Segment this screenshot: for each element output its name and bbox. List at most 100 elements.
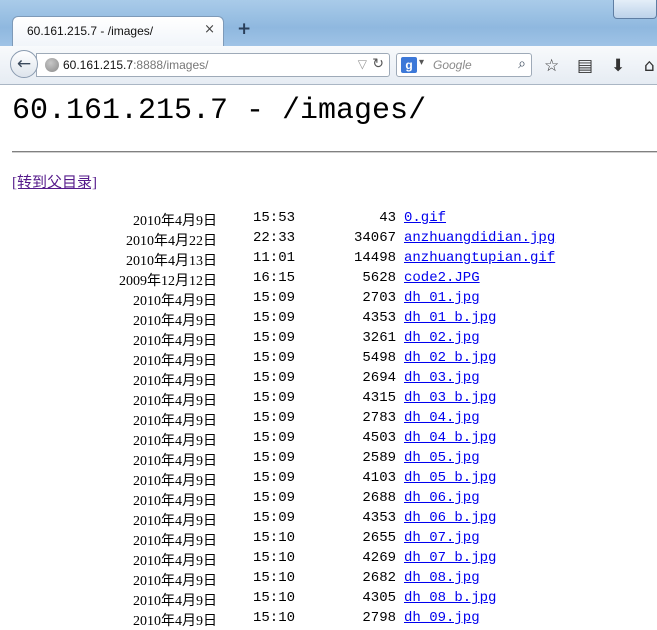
- file-size: 2688: [362, 490, 396, 506]
- file-link[interactable]: code2.JPG: [404, 270, 480, 286]
- file-size: 4353: [362, 510, 396, 526]
- file-size: 2682: [362, 570, 396, 586]
- file-link[interactable]: anzhuangdidian.jpg: [404, 230, 555, 246]
- file-link[interactable]: dh_05.jpg: [404, 450, 480, 466]
- file-time: 15:09: [253, 290, 296, 306]
- search-input[interactable]: Google: [433, 58, 472, 72]
- file-link[interactable]: anzhuangtupian.gif: [404, 250, 555, 266]
- file-link[interactable]: dh_01.jpg: [404, 290, 480, 306]
- url-path: :8888/images/: [133, 58, 209, 72]
- file-link[interactable]: dh_08.jpg: [404, 570, 480, 586]
- file-size: 2655: [362, 530, 396, 546]
- file-time: 15:10: [253, 610, 296, 626]
- file-time: 15:09: [253, 510, 296, 526]
- file-link[interactable]: dh_02_b.jpg: [404, 350, 496, 366]
- file-link[interactable]: dh_09.jpg: [404, 610, 480, 626]
- google-icon[interactable]: g: [401, 57, 417, 73]
- page-title: 60.161.215.7 - /images/: [12, 94, 427, 128]
- file-size: 43: [379, 210, 396, 226]
- file-date: 2010年4月9日: [133, 374, 217, 389]
- file-link[interactable]: dh_06_b.jpg: [404, 510, 496, 526]
- file-size: 4315: [362, 390, 396, 406]
- file-link[interactable]: dh_05_b.jpg: [404, 470, 496, 486]
- file-time: 15:10: [253, 570, 296, 586]
- navigation-toolbar: 60.161.215.7:8888/images/ ▽ ↻ ← g ▾ Goog…: [0, 46, 657, 85]
- file-link[interactable]: dh_07_b.jpg: [404, 550, 496, 566]
- file-time: 15:10: [253, 550, 296, 566]
- new-tab-button[interactable]: +: [237, 19, 251, 39]
- file-date: 2010年4月22日: [126, 234, 217, 249]
- file-size: 2694: [362, 370, 396, 386]
- back-arrow-icon: ←: [16, 54, 32, 74]
- file-date: 2010年4月9日: [133, 214, 217, 229]
- file-time: 15:09: [253, 390, 296, 406]
- file-row: 2010年4月9日 15:09 2703 dh_01.jpg: [12, 290, 657, 310]
- file-row: 2010年4月9日 15:10 4305 dh_08_b.jpg: [12, 590, 657, 610]
- file-date: 2010年4月9日: [133, 494, 217, 509]
- reload-icon[interactable]: ↻: [372, 56, 384, 72]
- file-row: 2010年4月9日 15:09 4503 dh_04_b.jpg: [12, 430, 657, 450]
- file-time: 15:09: [253, 310, 296, 326]
- file-date: 2010年4月9日: [133, 554, 217, 569]
- file-date: 2010年4月13日: [126, 254, 217, 269]
- file-size: 4269: [362, 550, 396, 566]
- file-link[interactable]: dh_02.jpg: [404, 330, 480, 346]
- file-link[interactable]: dh_04.jpg: [404, 410, 480, 426]
- file-date: 2010年4月9日: [133, 294, 217, 309]
- tab-current[interactable]: 60.161.215.7 - /images/ ×: [12, 16, 224, 46]
- url-bar[interactable]: 60.161.215.7:8888/images/ ▽ ↻: [36, 53, 390, 77]
- file-row: 2010年4月9日 15:10 2682 dh_08.jpg: [12, 570, 657, 590]
- back-button[interactable]: ←: [10, 50, 38, 78]
- bookmarks-list-icon[interactable]: ▤: [577, 56, 593, 76]
- file-row: 2009年12月12日 16:15 5628 code2.JPG: [12, 270, 657, 290]
- file-link[interactable]: dh_03.jpg: [404, 370, 480, 386]
- file-row: 2010年4月9日 15:09 4353 dh_01_b.jpg: [12, 310, 657, 330]
- parent-directory-link[interactable]: [转到父目录]: [12, 171, 97, 192]
- file-row: 2010年4月9日 15:09 4103 dh_05_b.jpg: [12, 470, 657, 490]
- file-link[interactable]: dh_06.jpg: [404, 490, 480, 506]
- tab-close-icon[interactable]: ×: [204, 22, 215, 37]
- bookmark-star-icon[interactable]: ▽: [358, 57, 367, 71]
- file-link[interactable]: 0.gif: [404, 210, 446, 226]
- file-time: 15:09: [253, 470, 296, 486]
- file-time: 15:09: [253, 450, 296, 466]
- download-icon[interactable]: ⬇: [611, 56, 625, 76]
- window-titlebar: 60.161.215.7 - /images/ × +: [0, 0, 657, 46]
- file-link[interactable]: dh_07.jpg: [404, 530, 480, 546]
- file-row: 2010年4月9日 15:53 43 0.gif: [12, 210, 657, 230]
- search-icon[interactable]: ⌕: [518, 56, 526, 72]
- divider: [12, 151, 657, 153]
- file-time: 15:10: [253, 590, 296, 606]
- window-control-button[interactable]: [613, 0, 657, 19]
- file-size: 5628: [362, 270, 396, 286]
- file-date: 2010年4月9日: [133, 454, 217, 469]
- file-date: 2010年4月9日: [133, 474, 217, 489]
- file-size: 2798: [362, 610, 396, 626]
- file-link[interactable]: dh_03_b.jpg: [404, 390, 496, 406]
- file-date: 2010年4月9日: [133, 614, 217, 629]
- search-bar[interactable]: g ▾ Google ⌕: [396, 53, 532, 77]
- file-time: 15:09: [253, 350, 296, 366]
- file-size: 14498: [353, 250, 396, 266]
- file-row: 2010年4月9日 15:10 4269 dh_07_b.jpg: [12, 550, 657, 570]
- file-size: 4103: [362, 470, 396, 486]
- file-time: 15:53: [253, 210, 296, 226]
- file-row: 2010年4月9日 15:09 2688 dh_06.jpg: [12, 490, 657, 510]
- file-link[interactable]: dh_08_b.jpg: [404, 590, 496, 606]
- file-time: 22:33: [253, 230, 296, 246]
- globe-icon: [45, 58, 59, 72]
- file-row: 2010年4月9日 15:09 2589 dh_05.jpg: [12, 450, 657, 470]
- file-link[interactable]: dh_04_b.jpg: [404, 430, 496, 446]
- home-icon[interactable]: ⌂: [644, 56, 655, 76]
- star-icon[interactable]: ☆: [544, 56, 559, 76]
- file-size: 5498: [362, 350, 396, 366]
- chevron-down-icon[interactable]: ▾: [419, 57, 424, 68]
- file-size: 2589: [362, 450, 396, 466]
- file-row: 2010年4月22日 22:33 34067 anzhuangdidian.jpg: [12, 230, 657, 250]
- file-link[interactable]: dh_01_b.jpg: [404, 310, 496, 326]
- file-date: 2010年4月9日: [133, 354, 217, 369]
- file-date: 2009年12月12日: [119, 274, 217, 289]
- file-date: 2010年4月9日: [133, 514, 217, 529]
- tab-title: 60.161.215.7 - /images/: [27, 24, 154, 38]
- file-size: 34067: [353, 230, 396, 246]
